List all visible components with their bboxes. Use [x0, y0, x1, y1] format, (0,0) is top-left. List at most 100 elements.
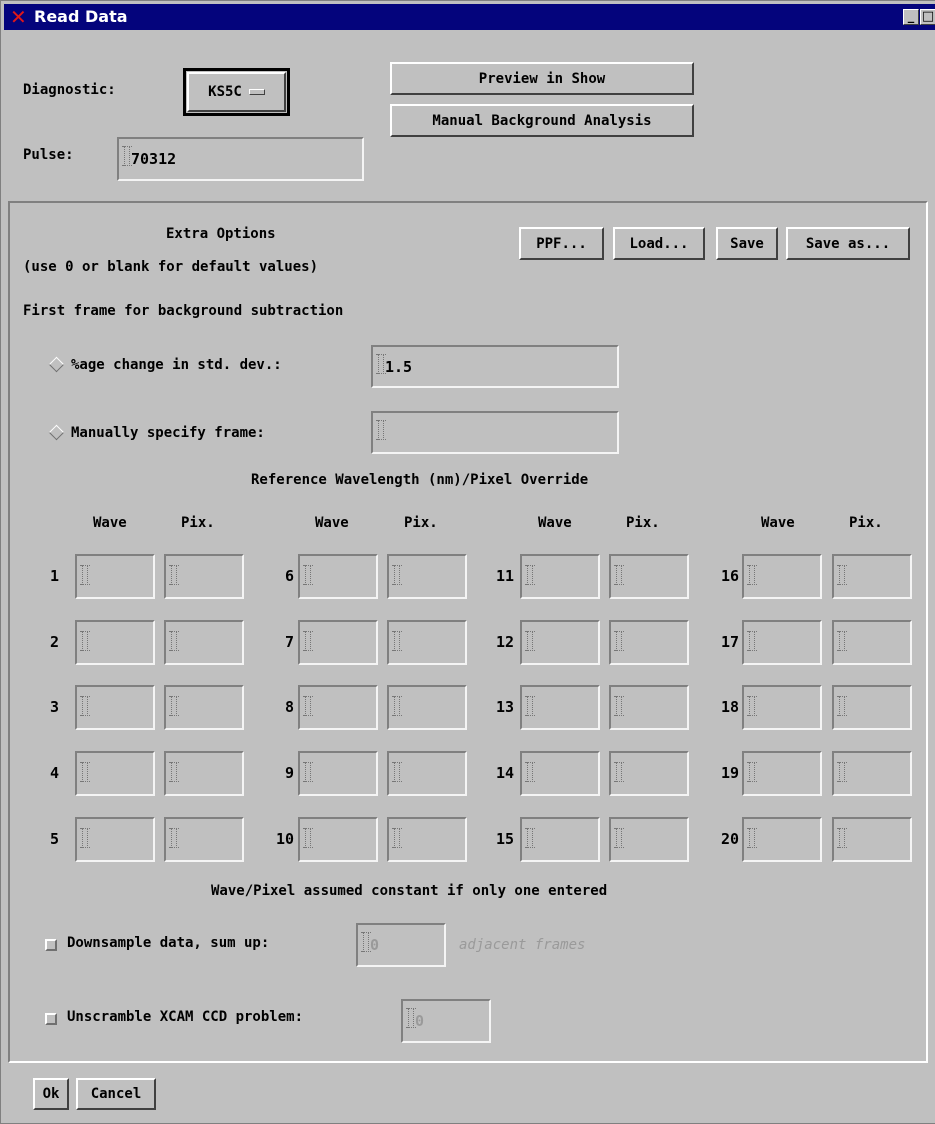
wave-input[interactable]: [742, 817, 822, 862]
first-frame-label: First frame for background subtraction: [23, 303, 344, 319]
col-header-wave: Wave: [93, 515, 127, 531]
wave-input[interactable]: [742, 620, 822, 665]
text-cursor-icon: [525, 631, 535, 651]
wave-input[interactable]: [298, 817, 378, 862]
extra-options-title: Extra Options: [166, 226, 276, 242]
wave-input[interactable]: [298, 554, 378, 599]
wave-input[interactable]: [298, 751, 378, 796]
load-button[interactable]: Load...: [613, 227, 705, 260]
pix-input[interactable]: [609, 554, 689, 599]
save-as-button[interactable]: Save as...: [786, 227, 910, 260]
pix-input[interactable]: [164, 685, 244, 730]
row-number: 2: [49, 633, 59, 651]
wave-input[interactable]: [298, 685, 378, 730]
pix-input[interactable]: [164, 817, 244, 862]
text-cursor-icon: [525, 828, 535, 848]
text-cursor-icon: [303, 631, 313, 651]
text-cursor-icon: [303, 696, 313, 716]
pix-input[interactable]: [164, 620, 244, 665]
pix-input[interactable]: [387, 751, 467, 796]
text-cursor-icon: [303, 762, 313, 782]
unscramble-checkbox[interactable]: [45, 1013, 57, 1025]
text-cursor-icon: [837, 828, 847, 848]
pix-input[interactable]: [164, 751, 244, 796]
wave-input[interactable]: [75, 751, 155, 796]
text-cursor-icon: [837, 631, 847, 651]
pix-input[interactable]: [164, 554, 244, 599]
text-cursor-icon: [80, 762, 90, 782]
title-bar[interactable]: ✕ Read Data _ □ ✕: [4, 4, 935, 30]
pix-input[interactable]: [832, 554, 912, 599]
pix-input[interactable]: [387, 620, 467, 665]
text-cursor-icon: [80, 631, 90, 651]
col-header-wave: Wave: [761, 515, 795, 531]
col-header-wave: Wave: [315, 515, 349, 531]
unscramble-input[interactable]: 0: [401, 999, 491, 1043]
text-cursor-icon: [392, 696, 402, 716]
pix-input[interactable]: [832, 751, 912, 796]
text-cursor-icon: [614, 565, 624, 585]
row-number: 6: [284, 567, 294, 585]
text-cursor-icon: [525, 696, 535, 716]
wave-input[interactable]: [75, 817, 155, 862]
pix-input[interactable]: [387, 685, 467, 730]
pix-input[interactable]: [609, 620, 689, 665]
downsample-checkbox[interactable]: [45, 939, 57, 951]
radio-pct-change[interactable]: [49, 357, 63, 371]
text-cursor-icon: [747, 828, 757, 848]
row-number: 3: [49, 698, 59, 716]
text-cursor-icon: [837, 762, 847, 782]
wave-input[interactable]: [75, 685, 155, 730]
wave-input[interactable]: [75, 554, 155, 599]
wave-input[interactable]: [520, 685, 600, 730]
pix-input[interactable]: [609, 817, 689, 862]
ok-button[interactable]: Ok: [33, 1078, 69, 1110]
pix-input[interactable]: [832, 620, 912, 665]
minimize-icon[interactable]: _: [903, 9, 919, 25]
row-number: 14: [495, 764, 514, 782]
pct-change-input[interactable]: 1.5: [371, 345, 619, 388]
text-cursor-icon: [392, 631, 402, 651]
diagnostic-option-menu[interactable]: KS5C: [187, 72, 286, 112]
save-button[interactable]: Save: [716, 227, 778, 260]
diagnostic-value: KS5C: [208, 84, 242, 100]
text-cursor-icon: [392, 762, 402, 782]
text-cursor-icon: [614, 828, 624, 848]
pix-input[interactable]: [387, 554, 467, 599]
col-header-pix: Pix.: [626, 515, 660, 531]
text-cursor-icon: [169, 696, 179, 716]
downsample-input[interactable]: 0: [356, 923, 446, 967]
preview-in-show-button[interactable]: Preview in Show: [390, 62, 694, 95]
wave-input[interactable]: [520, 817, 600, 862]
text-cursor-icon: [303, 565, 313, 585]
text-cursor-icon: [614, 762, 624, 782]
pix-input[interactable]: [609, 751, 689, 796]
wave-input[interactable]: [742, 685, 822, 730]
ppf-button[interactable]: PPF...: [519, 227, 604, 260]
wave-input[interactable]: [742, 554, 822, 599]
diagnostic-label: Diagnostic:: [23, 82, 116, 98]
wave-input[interactable]: [520, 620, 600, 665]
manual-background-analysis-button[interactable]: Manual Background Analysis: [390, 104, 694, 137]
wave-input[interactable]: [75, 620, 155, 665]
row-number: 4: [49, 764, 59, 782]
pix-input[interactable]: [832, 685, 912, 730]
radio-manual-frame[interactable]: [49, 425, 63, 439]
cancel-button[interactable]: Cancel: [76, 1078, 156, 1110]
wave-input[interactable]: [520, 751, 600, 796]
read-data-window: ✕ Read Data _ □ ✕ Diagnostic: KS5C Previ…: [0, 0, 935, 1124]
downsample-label: Downsample data, sum up:: [67, 935, 270, 951]
pulse-input[interactable]: 70312: [117, 137, 364, 181]
pulse-label: Pulse:: [23, 147, 74, 163]
pix-input[interactable]: [609, 685, 689, 730]
pix-input[interactable]: [832, 817, 912, 862]
pix-input[interactable]: [387, 817, 467, 862]
wave-input[interactable]: [298, 620, 378, 665]
maximize-icon[interactable]: □: [920, 9, 935, 25]
text-cursor-icon: [837, 696, 847, 716]
x-logo-icon: ✕: [10, 5, 27, 29]
text-cursor-icon: [303, 828, 313, 848]
wave-input[interactable]: [742, 751, 822, 796]
manual-frame-input[interactable]: [371, 411, 619, 454]
wave-input[interactable]: [520, 554, 600, 599]
